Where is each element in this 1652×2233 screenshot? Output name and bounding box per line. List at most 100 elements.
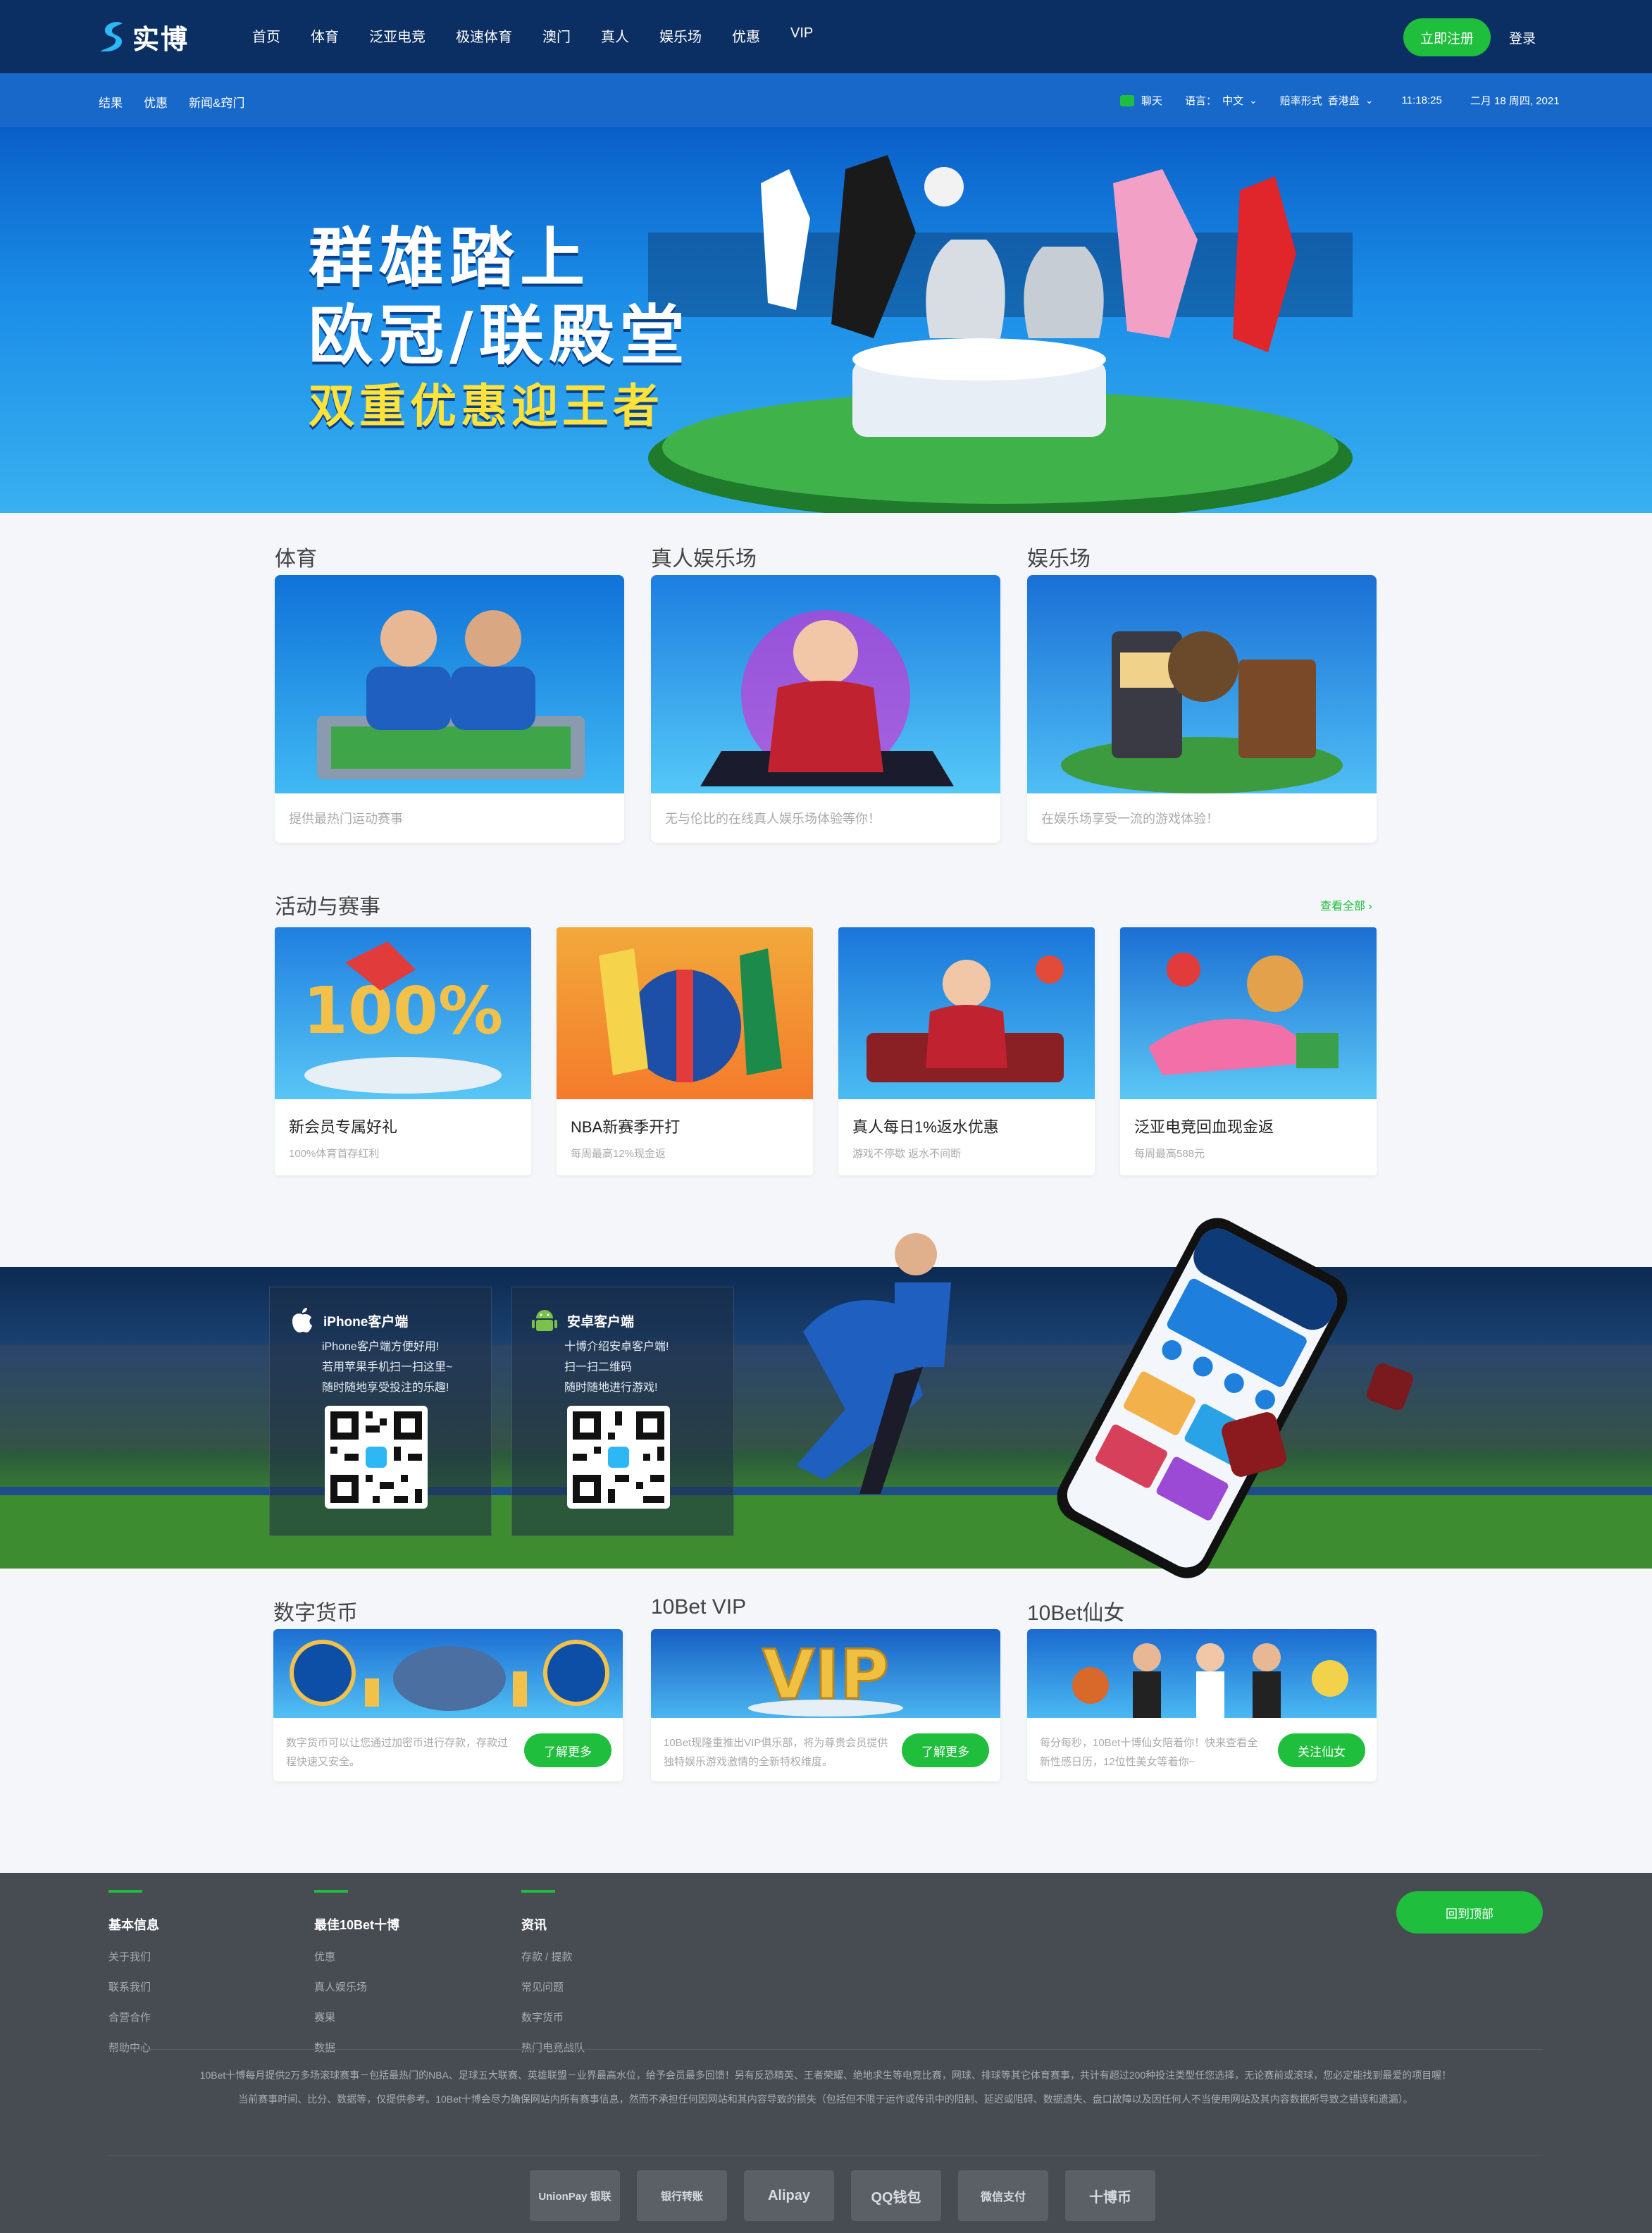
chat-link[interactable]: 聊天 [1141, 93, 1162, 108]
crypto-image [273, 1629, 623, 1718]
product-desc: 在娱乐场享受一流的游戏体验！ [1041, 812, 1219, 826]
footer-link[interactable]: 赛果 [314, 2010, 399, 2024]
footer-link[interactable]: 优惠 [314, 1949, 399, 1964]
live-casino-image [651, 575, 1000, 793]
casino-image [1027, 575, 1377, 793]
android-qr-code[interactable] [567, 1406, 670, 1509]
promo-card[interactable]: 泛亚电竞回血现金返 每周最高588元 [1120, 927, 1377, 1175]
odds-select[interactable]: 香港盘 [1328, 93, 1360, 108]
promo-title: NBA新赛季开打 [571, 1118, 681, 1136]
subnav-results[interactable]: 结果 [99, 93, 123, 111]
promo-subtitle: 游戏不停歇 返水不间断 [852, 1148, 962, 1160]
feature-card-angels[interactable]: 每分每秒，10Bet十博仙女陪着你！快来查看全新性感日历，12位性美女等着你~ … [1027, 1629, 1377, 1781]
clock-time: 11:18:25 [1401, 94, 1442, 106]
logo-s-icon [100, 22, 123, 51]
login-link[interactable]: 登录 [1509, 28, 1536, 47]
iphone-app-card[interactable]: iPhone客户端 iPhone客户端方便好用! 若用苹果手机扫一扫这里~ 随时… [269, 1287, 492, 1536]
footer-link[interactable]: 存款 / 提款 [521, 1949, 585, 1964]
register-button[interactable]: 立即注册 [1403, 18, 1491, 56]
hero-text: 群雄踏上 欧冠/联殿堂 双重优惠迎王者 [309, 220, 690, 438]
section-title-casino: 娱乐场 [1027, 548, 1091, 571]
footer-col-title: 最佳10Bet十博 [314, 1918, 400, 1932]
footer-accent-bar [314, 1890, 348, 1893]
brand-logo[interactable]: 实博 [99, 20, 190, 55]
nav-macau[interactable]: 澳门 [542, 25, 571, 46]
nav-promotions[interactable]: 优惠 [732, 25, 760, 46]
promo-card[interactable]: 真人每日1%返水优惠 游戏不停歇 返水不间断 [838, 927, 1095, 1175]
footer-accent-bar [108, 1890, 142, 1893]
app-line: 十博介绍安卓客户端! [564, 1341, 669, 1353]
view-all-label: 查看全部 [1320, 901, 1366, 913]
chat-icon[interactable] [1120, 94, 1134, 106]
app-line: 随时随地进行游戏! [564, 1382, 658, 1394]
nav-speed-sports[interactable]: 极速体育 [456, 25, 512, 46]
site-footer: 基本信息 关于我们 联系我们 合营合作 帮助中心 最佳10Bet十博 优惠 真人… [0, 1873, 1652, 2233]
footer-link[interactable]: 数据 [314, 2040, 399, 2055]
product-card-live-casino[interactable]: 无与伦比的在线真人娱乐场体验等你！ [651, 575, 1000, 843]
footer-link[interactable]: 帮助中心 [108, 2040, 159, 2055]
footer-link[interactable]: 真人娱乐场 [314, 1979, 399, 1994]
sub-navbar: 结果 优惠 新闻&窍门 聊天 语言： 中文 ⌄ 赔率形式 香港盘 ⌄ 11:18… [0, 73, 1652, 127]
footer-link[interactable]: 关于我们 [108, 1949, 159, 1964]
main-nav: 首页 体育 泛亚电竞 极速体育 澳门 真人 娱乐场 优惠 VIP [252, 25, 843, 46]
promo-subtitle: 每周最高588元 [1134, 1148, 1205, 1160]
alipay-icon: Alipay [744, 2170, 834, 2221]
footer-paragraph-2: 当前赛事时间、比分、数据等，仅提供参考。10Bet十博会尽力确保网站内所有赛事信… [238, 2093, 1413, 2105]
footer-link[interactable]: 合营合作 [108, 2010, 159, 2024]
iphone-app-head: iPhone客户端 [290, 1307, 408, 1334]
footer-link[interactable]: 热门电竞战队 [521, 2040, 585, 2055]
promo-card[interactable]: 100% 新会员专属好礼 100%体育首存红利 [275, 927, 531, 1175]
back-to-top-button[interactable]: 回到顶部 [1396, 1891, 1543, 1934]
promo-image-esports [1120, 927, 1377, 1099]
feature-card-crypto[interactable]: 数字货币可以让您通过加密币进行存款，存款过程快速又安全。 了解更多 [273, 1629, 623, 1781]
promo-subtitle: 每周最高12%现金返 [571, 1148, 666, 1160]
android-app-card[interactable]: 安卓客户端 十博介绍安卓客户端! 扫一扫二维码 随时随地进行游戏! [511, 1287, 734, 1536]
android-app-lines: 十博介绍安卓客户端! 扫一扫二维码 随时随地进行游戏! [564, 1337, 669, 1398]
promo-subtitle: 100%体育首存红利 [289, 1148, 380, 1160]
chevron-down-icon[interactable]: ⌄ [1365, 94, 1374, 106]
vip-badge: VIP [762, 1635, 889, 1714]
footer-paragraph-1: 10Bet十博每月提供2万多场滚球赛事－包括最热门的NBA、足球五大联赛、英雄联… [199, 2070, 1452, 2081]
nav-esports[interactable]: 泛亚电竞 [369, 25, 426, 46]
chevron-down-icon[interactable]: ⌄ [1249, 94, 1257, 106]
product-desc: 无与伦比的在线真人娱乐场体验等你！ [665, 812, 881, 826]
learn-more-button[interactable]: 了解更多 [902, 1733, 989, 1767]
subnav-news[interactable]: 新闻&窍门 [189, 93, 244, 111]
section-title-promos: 活动与赛事 [275, 896, 380, 919]
footer-link[interactable]: 常见问题 [521, 1979, 585, 1994]
hero-line-1: 群雄踏上 [309, 221, 591, 296]
nav-vip[interactable]: VIP [790, 25, 813, 46]
nav-live[interactable]: 真人 [601, 25, 629, 46]
unionpay-icon: UnionPay 银联 [530, 2170, 620, 2221]
feature-card-vip[interactable]: VIP 10Bet现隆重推出VIP俱乐部，将为尊贵会员提供独特娱乐游戏激情的全新… [651, 1629, 1000, 1781]
app-line: iPhone客户端方便好用! [322, 1341, 440, 1353]
nav-casino[interactable]: 娱乐场 [659, 25, 702, 46]
footer-link[interactable]: 数字货币 [521, 2010, 585, 2024]
hero-banner[interactable]: 群雄踏上 欧冠/联殿堂 双重优惠迎王者 [0, 127, 1652, 513]
footer-col-title: 资讯 [521, 1918, 547, 1932]
view-all-link[interactable]: 查看全部 › [1320, 896, 1372, 913]
logo-text: 实博 [132, 25, 190, 55]
follow-angels-button[interactable]: 关注仙女 [1278, 1733, 1365, 1767]
learn-more-button[interactable]: 了解更多 [524, 1733, 611, 1767]
promo-card[interactable]: NBA新赛季开打 每周最高12%现金返 [557, 927, 813, 1175]
promo-image-nba [557, 927, 813, 1099]
feature-text: 数字货币可以让您通过加密币进行存款，存款过程快速又安全。 [286, 1737, 509, 1768]
footer-col-info: 资讯 存款 / 提款 常见问题 数字货币 热门电竞战队 [521, 1890, 585, 2055]
app-line: 若用苹果手机扫一扫这里~ [322, 1361, 453, 1373]
footer-col-basic-info: 基本信息 关于我们 联系我们 合营合作 帮助中心 [108, 1890, 159, 2055]
nav-home[interactable]: 首页 [252, 25, 280, 46]
product-card-casino[interactable]: 在娱乐场享受一流的游戏体验！ [1027, 575, 1377, 843]
nav-sports[interactable]: 体育 [311, 25, 339, 46]
product-card-sports[interactable]: 提供最热门运动赛事 [275, 575, 624, 843]
top-navbar: 实博 首页 体育 泛亚电竞 极速体育 澳门 真人 娱乐场 优惠 VIP 立即注册… [0, 0, 1652, 73]
hero-line-2: 欧冠/联殿堂 [309, 298, 690, 373]
section-title-angels: 10Bet仙女 [1027, 1602, 1125, 1625]
footer-link[interactable]: 联系我们 [108, 1979, 159, 1994]
iphone-qr-code[interactable] [325, 1406, 428, 1509]
language-select[interactable]: 中文 [1222, 93, 1243, 108]
subnav-promotions[interactable]: 优惠 [144, 93, 168, 111]
chevron-right-icon: › [1368, 901, 1372, 913]
footer-col-title: 基本信息 [108, 1918, 159, 1932]
promo-title: 新会员专属好礼 [289, 1118, 398, 1136]
